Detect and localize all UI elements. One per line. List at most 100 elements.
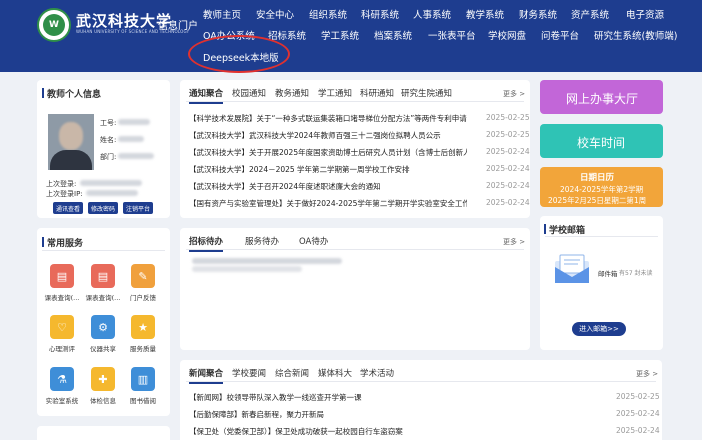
news-more-link[interactable]: 更多 > <box>636 369 658 379</box>
notice-item[interactable]: 【武汉科技大学】关于开展2025年度国家资助博士后研究人员计划（含博士后创新人才… <box>189 147 467 158</box>
notice-item[interactable]: 【武汉科技大学】武汉科技大学2024年教师百强三十二强岗位拟聘人员公示 <box>189 130 467 141</box>
notice-date: 2025-02-24 <box>486 147 530 156</box>
calendar-title: 日期日历 <box>580 173 615 183</box>
nav-security-center[interactable]: 安全中心 <box>256 7 294 21</box>
news-date: 2025-02-25 <box>616 392 660 401</box>
school-logo[interactable]: W <box>37 8 71 42</box>
nav-hr-system[interactable]: 人事系统 <box>413 7 451 21</box>
nav-teaching-system[interactable]: 教学系统 <box>466 7 504 21</box>
mail-divider <box>545 236 658 237</box>
tab-academic-notice[interactable]: 教务通知 <box>275 87 309 99</box>
service-label: 实验室系统 <box>45 397 79 405</box>
nav-research-system[interactable]: 科研系统 <box>361 7 399 21</box>
heart-icon: ♡ <box>50 315 74 339</box>
mail-title: 学校邮箱 <box>543 223 585 236</box>
notice-date: 2025-02-24 <box>486 198 530 207</box>
feedback-icon: ✎ <box>131 264 155 288</box>
instrument-icon: ⚙ <box>91 315 115 339</box>
tab-oa-todo[interactable]: OA待办 <box>299 235 328 247</box>
inbox-label: 邮件箱 <box>598 270 618 278</box>
lab-icon: ⚗ <box>50 367 74 391</box>
tab-school-headlines[interactable]: 学校要闻 <box>232 367 266 379</box>
nav-school-netdisk[interactable]: 学校网盘 <box>488 28 526 42</box>
news-item[interactable]: 【保卫处（党委保卫部）】保卫处成功破获一起校园自行车盗窃案 <box>189 426 569 437</box>
highlight-circle <box>188 35 290 73</box>
nav-teacher-home[interactable]: 教师主页 <box>203 7 241 21</box>
label-last-login-time: 上次登录: <box>46 180 77 188</box>
news-date: 2025-02-24 <box>616 409 660 418</box>
notice-item[interactable]: 【武汉科技大学】2024－2025 学年第二学期第一周学校工作安排 <box>189 164 467 175</box>
bus-time-label: 校车时间 <box>577 136 626 150</box>
label-name: 姓名: <box>100 136 117 144</box>
service-label: 服务质量 <box>130 345 156 353</box>
quality-icon: ★ <box>131 315 155 339</box>
nav-student-affairs-system[interactable]: 学工系统 <box>321 28 359 42</box>
news-item[interactable]: 【新闻网】校领导带队深入教学一线巡查开学第一课 <box>189 392 569 403</box>
tab-research-notice[interactable]: 科研通知 <box>360 87 394 99</box>
book-icon: ▤ <box>50 264 74 288</box>
calendar-tile[interactable]: 日期日历 2024-2025学年第2学期 2025年2月25日星期二第1周 <box>540 167 663 207</box>
news-item[interactable]: 【后勤保障部】新春启新程，聚力开新局 <box>189 409 569 420</box>
tab-academic-events[interactable]: 学术活动 <box>360 367 394 379</box>
bus-time-tile[interactable]: 校车时间 <box>540 124 663 158</box>
nav-asset-system[interactable]: 资产系统 <box>571 7 609 21</box>
nav-survey-platform[interactable]: 问卷平台 <box>541 28 579 42</box>
calendar-week: 2025年2月25日星期二第1周 <box>548 196 647 205</box>
notice-date: 2025-02-24 <box>486 164 530 173</box>
tab-graduate-notice[interactable]: 研究生院通知 <box>401 87 452 99</box>
tab-service-todo[interactable]: 服务待办 <box>245 235 279 247</box>
book-icon: ▤ <box>91 264 115 288</box>
contact-view-button[interactable]: 通讯查看 <box>53 202 83 214</box>
logout-button[interactable]: 注销平台 <box>123 202 153 214</box>
tab-student-notice[interactable]: 学工通知 <box>318 87 352 99</box>
nav-finance-system[interactable]: 财务系统 <box>519 7 557 21</box>
news-divider <box>186 381 656 382</box>
change-password-button[interactable]: 修改密码 <box>88 202 118 214</box>
service-label: 体检信息 <box>90 397 116 405</box>
service-label: 仪器共享 <box>90 345 116 353</box>
nav-e-resources[interactable]: 电子资源 <box>626 7 664 21</box>
service-label: 门户反馈 <box>130 294 156 302</box>
tasks-panel <box>180 228 530 350</box>
nav-archive-system[interactable]: 档案系统 <box>374 28 412 42</box>
nav-graduate-system[interactable]: 研究生系统(教师端) <box>594 28 677 42</box>
services-title: 常用服务 <box>41 236 83 249</box>
service-label: 课表查询(... <box>85 294 121 302</box>
label-last-login-ip: 上次登录IP: <box>46 190 83 198</box>
label-department: 部门: <box>100 153 117 161</box>
service-label: 图书借阅 <box>130 397 156 405</box>
department-value <box>118 153 154 159</box>
task-item-blurred[interactable] <box>192 266 302 272</box>
library-icon: ▥ <box>131 367 155 391</box>
last-login-ip-value <box>86 190 138 196</box>
nav-organization-system[interactable]: 组织系统 <box>309 7 347 21</box>
notices-divider <box>186 101 524 102</box>
nav-one-form-platform[interactable]: 一张表平台 <box>428 28 476 42</box>
notice-date: 2025-02-25 <box>486 113 530 122</box>
tasks-more-link[interactable]: 更多 > <box>503 237 525 247</box>
notice-item[interactable]: 【国有资产与实验室管理处】关于做好2024-2025学年第二学期开学实验室安全工… <box>189 198 467 209</box>
bottom-left-panel <box>37 426 170 440</box>
tab-media-coverage[interactable]: 媒体科大 <box>318 367 352 379</box>
top-header: W 武汉科技大学 WUHAN UNIVERSITY OF SCIENCE AND… <box>0 0 702 73</box>
avatar <box>48 114 94 170</box>
enter-mail-button[interactable]: 进入邮箱>> <box>572 322 626 336</box>
notice-item[interactable]: 【武汉科技大学】关于召开2024年度述职述廉大会的通知 <box>189 181 467 192</box>
task-item-blurred[interactable] <box>192 258 342 264</box>
news-date: 2025-02-24 <box>616 426 660 435</box>
notice-date: 2025-02-25 <box>486 130 530 139</box>
portal-label: 信息门户 <box>158 21 198 32</box>
tab-general-news[interactable]: 综合新闻 <box>275 367 309 379</box>
staff-id-value <box>118 119 150 125</box>
health-icon: ✚ <box>91 367 115 391</box>
notice-item[interactable]: 【科学技术发展院】关于“一种多式联运集装箱口堵导梯位分配方法”等两件专利申请权转… <box>189 113 467 124</box>
online-service-hall-label: 网上办事大厅 <box>566 92 639 106</box>
service-label: 课表查询(... <box>44 294 80 302</box>
label-staff-id: 工号: <box>100 119 117 127</box>
envelope-icon <box>555 254 589 283</box>
logo-emblem-icon: W <box>43 14 65 36</box>
online-service-hall-tile[interactable]: 网上办事大厅 <box>540 80 663 114</box>
tab-campus-notice[interactable]: 校园通知 <box>232 87 266 99</box>
name-value <box>118 136 144 142</box>
notices-more-link[interactable]: 更多 > <box>503 89 525 99</box>
